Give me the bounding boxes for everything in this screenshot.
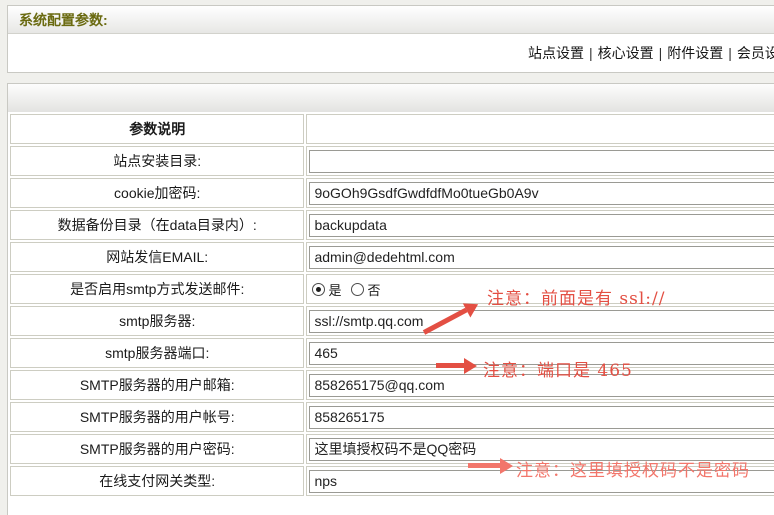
settings-nav: 站点设置|核心设置|附件设置|会员设置 [8,34,774,72]
page-title: 系统配置参数: [19,10,108,30]
radio-no[interactable] [351,283,364,296]
param-value-cell [306,402,774,432]
param-label: 网站发信EMAIL: [10,242,304,272]
page-title-bar: 系统配置参数: [8,6,774,34]
nav-link[interactable]: 核心设置 [598,43,654,63]
param-label: SMTP服务器的用户邮箱: [10,370,304,400]
table-header-row: 参数说明 [10,114,774,144]
nav-link[interactable]: 会员设置 [737,43,774,63]
param-input[interactable] [309,406,774,429]
annotation-arrow-password [468,463,500,468]
config-row: SMTP服务器的用户帐号: [10,402,774,432]
nav-separator: | [654,45,668,61]
nav-link[interactable]: 附件设置 [667,43,723,63]
config-row: 数据备份目录（在data目录内）: [10,210,774,240]
config-row: cookie加密码: [10,178,774,208]
radio-option-no[interactable]: 否 [351,280,380,299]
radio-yes[interactable] [312,283,325,296]
nav-links: 站点设置|核心设置|附件设置|会员设置 [528,34,774,72]
param-label: 是否启用smtp方式发送邮件: [10,274,304,304]
config-row: 网站发信EMAIL: [10,242,774,272]
param-value-cell [306,210,774,240]
param-value-cell [306,178,774,208]
param-label: smtp服务器端口: [10,338,304,368]
param-label: SMTP服务器的用户密码: [10,434,304,464]
param-value-cell [306,146,774,176]
param-label: SMTP服务器的用户帐号: [10,402,304,432]
annotation-ssl-note: 注意：前面是有 ssl:// [487,284,665,309]
param-input[interactable] [309,182,774,205]
param-input[interactable] [309,246,774,269]
nav-link[interactable]: 站点设置 [528,43,584,63]
param-label: 数据备份目录（在data目录内）: [10,210,304,240]
param-input[interactable] [309,310,774,333]
param-value-cell [306,242,774,272]
config-row: smtp服务器端口: [10,338,774,368]
param-label: cookie加密码: [10,178,304,208]
annotation-password-note: 注意：这里填授权码不是密码 [516,456,750,481]
config-row: smtp服务器: [10,306,774,336]
nav-separator: | [723,45,737,61]
param-value-cell [306,306,774,336]
nav-separator: | [584,45,598,61]
param-input[interactable] [309,214,774,237]
param-label: smtp服务器: [10,306,304,336]
param-label: 站点安装目录: [10,146,304,176]
config-row: SMTP服务器的用户邮箱: [10,370,774,400]
table-header-label: 参数说明 [10,114,304,144]
radio-option-yes[interactable]: 是 [312,280,341,299]
annotation-port-note: 注意：端口是 465 [483,356,633,381]
table-top-strip [8,84,774,112]
annotation-arrow-port [436,363,464,368]
param-input[interactable] [309,150,774,173]
param-label: 在线支付网关类型: [10,466,304,496]
header-box: 系统配置参数: 站点设置|核心设置|附件设置|会员设置 [7,5,774,73]
table-header-value-cell [306,114,774,144]
config-row: 站点安装目录: [10,146,774,176]
